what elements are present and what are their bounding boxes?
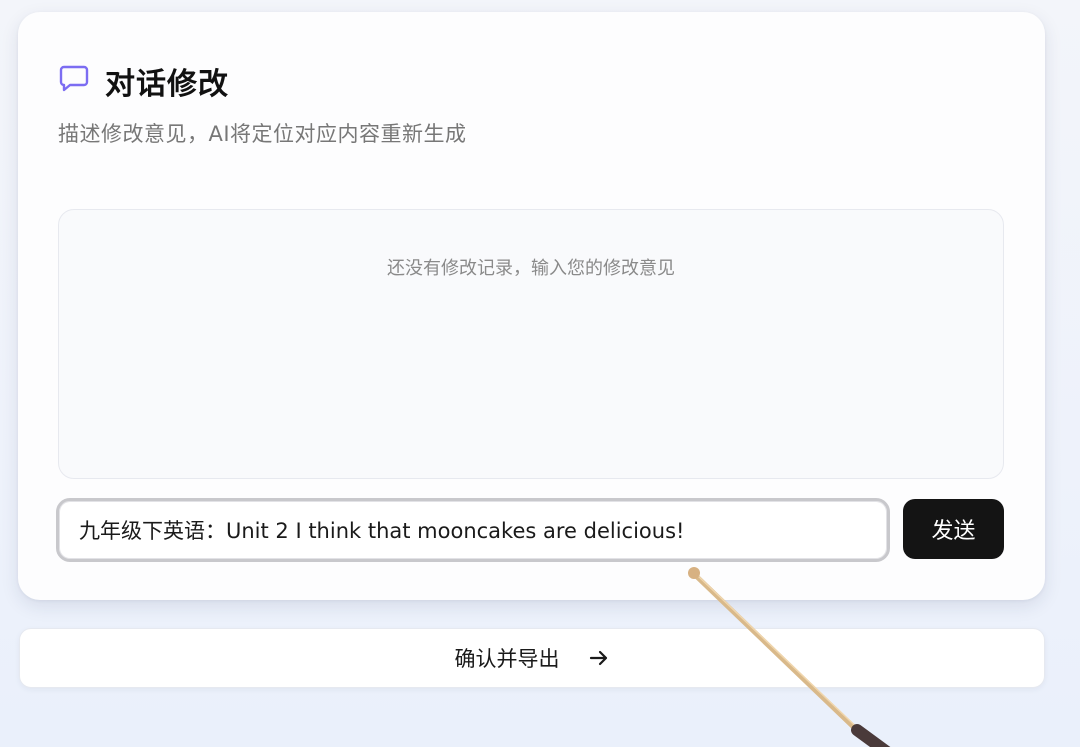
revision-history: 还没有修改记录，输入您的修改意见 <box>58 209 1004 479</box>
panel-title: 对话修改 <box>105 67 229 102</box>
panel-subtitle: 描述修改意见，AI将定位对应内容重新生成 <box>58 122 467 146</box>
send-button[interactable]: 发送 <box>903 499 1004 559</box>
message-input-wrapper <box>56 498 890 562</box>
confirm-export-button[interactable]: 确认并导出 <box>19 628 1045 688</box>
message-input[interactable] <box>59 501 887 559</box>
chat-bubble-icon <box>59 65 89 92</box>
export-label: 确认并导出 <box>454 647 560 671</box>
empty-history-message: 还没有修改记录，输入您的修改意见 <box>387 258 675 279</box>
chat-edit-panel: 对话修改 描述修改意见，AI将定位对应内容重新生成 还没有修改记录，输入您的修改… <box>18 12 1045 600</box>
arrow-right-icon <box>589 650 607 666</box>
